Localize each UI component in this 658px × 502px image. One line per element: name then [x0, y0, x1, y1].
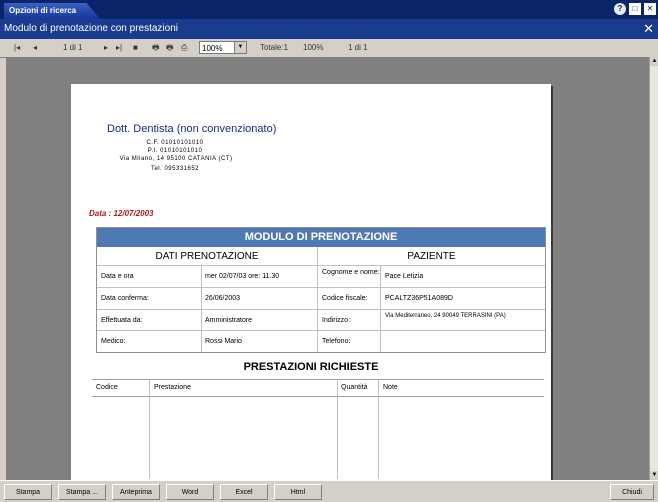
print-button[interactable]: Stampa	[4, 484, 52, 500]
field-value: Pace Letizia	[385, 273, 424, 280]
window-title: Modulo di prenotazione con prestazioni	[4, 23, 178, 34]
field-label: Codice fiscale:	[322, 295, 368, 302]
print-dialog-button[interactable]: Stampa ...	[58, 484, 106, 500]
help-icon[interactable]: ?	[614, 3, 626, 15]
excel-export-button[interactable]: Excel	[220, 484, 268, 500]
next-page-icon[interactable]: ▸	[104, 41, 108, 55]
doctor-address: Via Milano, 14 95100 CATANIA (CT)	[119, 156, 233, 162]
word-export-button[interactable]: Word	[166, 484, 214, 500]
field-label: Cognome e nome:	[322, 269, 380, 276]
top-icons: ? □ ✕	[614, 3, 656, 15]
report-page: Dott. Dentista (non convenzionato) C.F. …	[71, 84, 551, 480]
print-setup-icon[interactable]: 🖶	[166, 41, 174, 55]
app-top-bar: Opzioni di ricerca ? □ ✕	[0, 0, 658, 19]
doctor-name: Dott. Dentista (non convenzionato)	[107, 123, 277, 135]
page-indicator: 1 di 1	[63, 43, 83, 52]
form-title: MODULO DI PRENOTAZIONE	[97, 228, 545, 247]
scroll-up-icon[interactable]: ▲	[650, 57, 658, 66]
divider	[149, 379, 150, 479]
divider	[337, 379, 338, 479]
chevron-down-icon[interactable]: ▼	[234, 42, 246, 53]
doctor-phone: Tel. 095331652	[150, 166, 200, 172]
divider	[378, 379, 379, 479]
col-header-notes: Note	[383, 384, 398, 391]
field-value: Amministratore	[205, 317, 253, 324]
field-value: mer 02/07/03 ore: 11.30	[205, 273, 280, 280]
stop-icon[interactable]: ■	[133, 41, 138, 55]
field-value: Rossi Mario	[205, 338, 242, 345]
first-page-icon[interactable]: |◂	[14, 41, 20, 55]
export-icon[interactable]: ⎙	[181, 41, 187, 55]
window-title-bar: Modulo di prenotazione con prestazioni ✕	[0, 19, 658, 39]
close-button[interactable]: Chiudi	[610, 484, 654, 500]
report-date: Data : 12/07/2003	[89, 209, 154, 218]
close-icon[interactable]: ✕	[643, 19, 654, 39]
restore-icon[interactable]: □	[629, 3, 641, 15]
print-icon[interactable]: 🖶	[152, 41, 160, 55]
field-label: Data conferma:	[101, 295, 149, 302]
tab-opzioni-ricerca[interactable]: Opzioni di ricerca	[4, 3, 100, 19]
doctor-piva: P.I. 01010101010	[147, 148, 203, 154]
field-value: 26/06/2003	[205, 295, 241, 302]
prev-page-icon[interactable]: ◂	[33, 41, 37, 55]
col-header-code: Codice	[96, 384, 118, 391]
page-count: 1 di 1	[348, 43, 368, 52]
booking-form: MODULO DI PRENOTAZIONE DATI PRENOTAZIONE…	[96, 227, 546, 353]
section-patient: PAZIENTE	[407, 251, 456, 262]
zoom-select[interactable]: 100% ▼	[199, 41, 247, 54]
col-header-service: Prestazione	[154, 384, 191, 391]
zoom-percent: 100%	[303, 43, 324, 52]
field-value: PCALTZ36P51A089D	[385, 295, 453, 302]
total-label: Totale:1	[260, 43, 289, 52]
field-value: Via Mediterraneo, 24 90049 TERRASINI (PA…	[385, 313, 506, 319]
field-value	[381, 331, 545, 352]
services-table: Codice Prestazione Quantità Note	[92, 379, 544, 479]
preview-toolbar: |◂ ◂ 1 di 1 ▸ ▸| ■ 🖶 🖶 ⎙ 100% ▼ Totale:1…	[0, 39, 658, 58]
last-page-icon[interactable]: ▸|	[116, 41, 122, 55]
divider	[92, 396, 544, 397]
field-label: Data e ora	[101, 273, 134, 280]
col-header-qty: Quantità	[341, 384, 368, 391]
doctor-cf: C.F. 01010101010	[146, 140, 204, 146]
close-window-icon[interactable]: ✕	[644, 3, 656, 15]
vertical-scrollbar[interactable]: ▲ ▼	[649, 57, 658, 480]
services-title: PRESTAZIONI RICHIESTE	[243, 361, 379, 373]
field-label: Indirizzo:	[322, 317, 351, 324]
report-preview-area: Dott. Dentista (non convenzionato) C.F. …	[6, 57, 649, 480]
field-label: Telefono:	[322, 338, 351, 345]
bottom-button-bar: Stampa Stampa ... Anteprima Word Excel H…	[0, 480, 658, 502]
html-export-button[interactable]: Html	[274, 484, 322, 500]
field-label: Effettuata da:	[101, 317, 143, 324]
preview-button[interactable]: Anteprima	[112, 484, 160, 500]
scroll-down-icon[interactable]: ▼	[650, 471, 658, 480]
section-booking: DATI PRENOTAZIONE	[155, 251, 259, 262]
field-label: Medico:	[101, 338, 126, 345]
zoom-value: 100%	[202, 44, 223, 53]
